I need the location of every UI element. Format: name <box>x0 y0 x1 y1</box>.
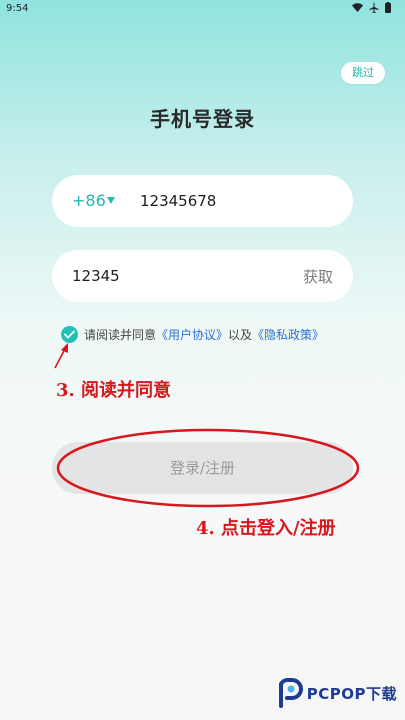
annotation-ellipse <box>56 428 360 508</box>
pcpop-logo-icon <box>278 678 303 708</box>
annotation-step-4: 4. 点击登入/注册 <box>196 518 336 539</box>
annotation-step-3: 3. 阅读并同意 <box>56 380 172 401</box>
annotation-arrow-head <box>61 343 68 353</box>
watermark-text: PCPOP下载 <box>306 684 397 703</box>
watermark: PCPOP下载 <box>277 678 397 708</box>
annotation-overlay <box>54 343 360 508</box>
